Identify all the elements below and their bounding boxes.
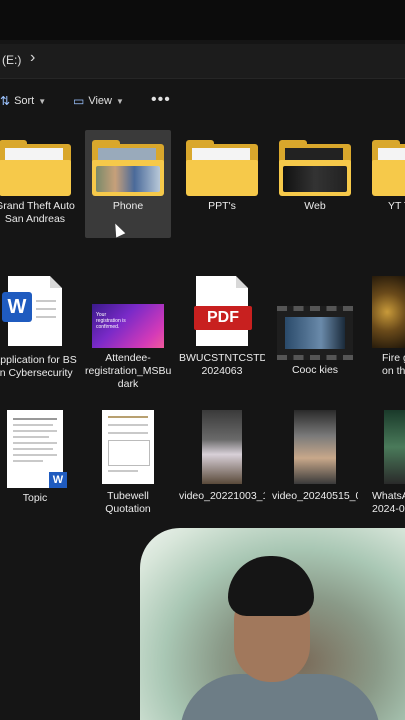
image-thumbnail: Your registration is confirmed. (92, 304, 164, 348)
item-label: Web (304, 200, 326, 212)
folder-icon (92, 140, 164, 196)
video-thumbnail (202, 410, 242, 484)
chevron-down-icon: ▼ (38, 96, 47, 106)
view-monitor-icon: ▭ (73, 94, 85, 108)
folder-item[interactable]: Web (272, 140, 358, 213)
folder-item[interactable]: PPT's (179, 140, 265, 213)
word-badge: W (2, 292, 32, 322)
item-label: Phone (112, 200, 144, 212)
file-item[interactable]: WhatsA 2024-0 6.02. (360, 410, 405, 516)
chevron-right-icon[interactable]: › (30, 49, 35, 67)
folder-icon (372, 140, 405, 196)
item-label: BWUCSTNTCSTD 2024063 (179, 352, 265, 377)
sort-arrows-icon: ⇅ (0, 94, 11, 108)
item-label: video_20221003_190344 (179, 490, 265, 502)
file-item[interactable]: Tubewell Quotation (85, 410, 171, 516)
folder-icon (0, 140, 71, 196)
file-item[interactable]: video_20240515_070113_edit (272, 410, 358, 503)
document-preview-icon: W (7, 410, 67, 488)
view-label: View (88, 95, 112, 107)
file-item[interactable]: W Topic (0, 410, 78, 505)
word-badge: W (49, 472, 67, 488)
item-label: Grand Theft Auto San Andreas (0, 200, 75, 225)
image-thumbnail (372, 276, 405, 348)
image-thumbnail (384, 410, 405, 484)
folder-icon (279, 140, 351, 196)
item-label: YT T (388, 200, 405, 212)
item-label: video_20240515_070113_edit (272, 490, 358, 502)
file-item[interactable]: Cooc kies (272, 276, 358, 377)
item-label: Tubewell Quotation (105, 490, 151, 515)
address-path[interactable]: (E:) (2, 53, 21, 67)
video-thumbnail (277, 306, 353, 360)
item-label: Fire golden on the 52 (382, 352, 405, 377)
folder-item-selected[interactable]: Phone (85, 130, 171, 238)
item-label: Application for BS in Cybersecurity (0, 354, 77, 379)
chevron-down-icon: ▼ (116, 96, 124, 106)
item-label: Cooc kies (291, 364, 339, 376)
folder-item[interactable]: Grand Theft Auto San Andreas (0, 140, 78, 226)
more-options-button[interactable]: ••• (151, 91, 171, 109)
pdf-badge: PDF (194, 306, 252, 330)
sort-label: Sort (14, 95, 35, 107)
item-label: Attendee-registration_MSBuild24_v3_1920x… (85, 352, 171, 390)
pdf-document-icon: PDF (194, 276, 252, 346)
thumbnail-text: Your registration is confirmed. (96, 312, 126, 330)
item-label: WhatsA 2024-0 6.02. (372, 490, 405, 515)
command-bar: ⇅ Sort ▼ ▭ View ▼ (0, 85, 405, 121)
file-item[interactable]: Fire golden on the 52 (360, 276, 405, 378)
folder-icon (186, 140, 258, 196)
folder-item[interactable]: YT T (360, 140, 405, 213)
view-button[interactable]: ▭ View ▼ (73, 94, 124, 108)
item-label: Topic (22, 492, 48, 504)
video-thumbnail (294, 410, 336, 484)
webcam-overlay (140, 528, 405, 720)
file-item[interactable]: PDF BWUCSTNTCSTD 2024063 (179, 276, 265, 378)
address-bar[interactable]: (E:) › (0, 44, 405, 79)
document-preview-icon (102, 410, 154, 484)
sort-button[interactable]: ⇅ Sort ▼ (0, 94, 46, 108)
window-top-strip (0, 0, 405, 40)
file-item[interactable]: Your registration is confirmed. Attendee… (85, 276, 171, 391)
file-item[interactable]: video_20221003_190344 (179, 410, 265, 503)
file-item[interactable]: W Application for BS in Cybersecurity (0, 276, 78, 380)
word-document-icon: W (2, 276, 62, 346)
item-label: PPT's (208, 200, 236, 212)
